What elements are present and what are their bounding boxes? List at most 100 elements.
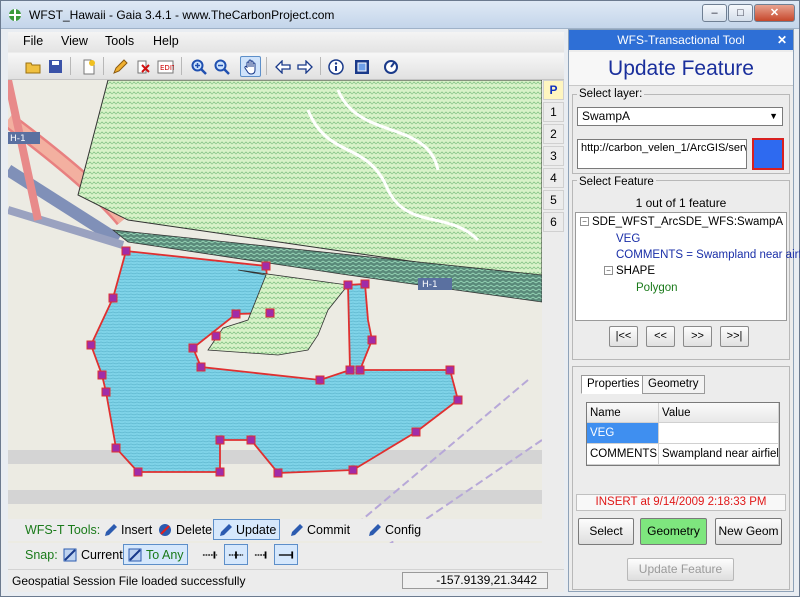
map-canvas[interactable]: H-1 H-1 bbox=[8, 80, 542, 545]
select-layer-label: Select layer: bbox=[577, 88, 645, 100]
snap-toolbar: Snap: Current To Any bbox=[8, 543, 564, 567]
page-tab-6[interactable]: 6 bbox=[543, 212, 564, 232]
main-toolbar: EDIT bbox=[8, 53, 564, 80]
snap-current-button[interactable]: Current bbox=[58, 544, 127, 565]
grid-header-value: Value bbox=[659, 403, 779, 423]
insert-status: INSERT at 9/14/2009 2:18:33 PM bbox=[576, 494, 786, 511]
collapse-icon[interactable]: − bbox=[580, 217, 589, 227]
feature-count: 1 out of 1 feature bbox=[635, 196, 727, 210]
snap-end-icon[interactable] bbox=[250, 544, 274, 565]
page-tab-4[interactable]: 4 bbox=[543, 168, 564, 188]
road-label-right: H-1 bbox=[422, 280, 438, 290]
delete-icon[interactable] bbox=[132, 56, 153, 77]
status-message: Geospatial Session File loaded successfu… bbox=[12, 574, 246, 588]
attribute-grid[interactable]: Name Value VEG COMMENTS Swampland near a… bbox=[586, 402, 780, 466]
page-tab-2[interactable]: 2 bbox=[543, 124, 564, 144]
page-tab-1[interactable]: 1 bbox=[543, 102, 564, 122]
layer-color-swatch[interactable] bbox=[752, 138, 784, 170]
grid-cell-name[interactable]: COMMENTS bbox=[587, 444, 659, 465]
map-svg[interactable]: H-1 H-1 bbox=[8, 80, 542, 545]
snap-endpoint-icon[interactable] bbox=[274, 544, 298, 565]
wfst-toolbar: WFS-T Tools: Insert Delete Update Commit… bbox=[8, 519, 564, 541]
window-title: WFST_Hawaii - Gaia 3.4.1 - www.TheCarbon… bbox=[29, 8, 335, 22]
grid-cell-name[interactable]: VEG bbox=[587, 423, 659, 444]
prev-feature-button[interactable]: << bbox=[646, 326, 675, 347]
pan-hand-icon[interactable] bbox=[240, 56, 261, 77]
tree-node-veg[interactable]: VEG bbox=[616, 233, 640, 245]
menu-help[interactable]: Help bbox=[153, 34, 179, 48]
new-geom-button[interactable]: New Geom bbox=[715, 518, 782, 545]
wfst-tools-label: WFS-T Tools: bbox=[25, 523, 101, 537]
menu-bar: File View Tools Help bbox=[8, 32, 564, 52]
forward-arrow-icon[interactable] bbox=[294, 56, 315, 77]
page-tabs: P 1 2 3 4 5 6 bbox=[542, 80, 564, 545]
snap-current-icon bbox=[62, 547, 78, 563]
status-bar: Geospatial Session File loaded successfu… bbox=[8, 569, 564, 591]
grid-header-name: Name bbox=[587, 403, 659, 423]
properties-group bbox=[572, 366, 790, 590]
tab-properties[interactable]: Properties bbox=[581, 375, 646, 394]
panel-title: Update Feature bbox=[569, 52, 793, 86]
page-tab-3[interactable]: 3 bbox=[543, 146, 564, 166]
wfst-panel: WFS-Transactional Tool ✕ Update Feature … bbox=[568, 29, 800, 592]
menu-view[interactable]: View bbox=[61, 34, 88, 48]
open-folder-icon[interactable] bbox=[22, 56, 43, 77]
coordinate-readout: -157.9139,21.3442 bbox=[402, 572, 548, 589]
grid-cell-value[interactable]: Swampland near airfield bbox=[659, 444, 779, 465]
new-file-icon[interactable] bbox=[78, 56, 99, 77]
app-icon bbox=[9, 9, 21, 21]
last-feature-button[interactable]: >>| bbox=[720, 326, 749, 347]
back-arrow-icon[interactable] bbox=[272, 56, 293, 77]
save-icon[interactable] bbox=[45, 56, 66, 77]
snap-segment-icon[interactable] bbox=[198, 544, 222, 565]
geometry-button[interactable]: Geometry bbox=[640, 518, 707, 545]
update-feature-button[interactable]: Update Feature bbox=[627, 558, 734, 581]
tree-node-shape[interactable]: − SHAPE bbox=[604, 265, 655, 277]
refresh-icon[interactable] bbox=[380, 56, 401, 77]
zoom-out-icon[interactable] bbox=[211, 56, 232, 77]
page-tab-p[interactable]: P bbox=[543, 80, 564, 100]
menu-file[interactable]: File bbox=[23, 34, 43, 48]
config-tool-button[interactable]: Config bbox=[362, 519, 425, 540]
snap-to-any-button[interactable]: To Any bbox=[123, 544, 188, 565]
next-feature-button[interactable]: >> bbox=[683, 326, 712, 347]
zoom-in-icon[interactable] bbox=[188, 56, 209, 77]
tree-node-comments[interactable]: COMMENTS = Swampland near airf bbox=[616, 249, 800, 261]
collapse-icon[interactable]: − bbox=[604, 266, 613, 276]
full-extent-icon[interactable] bbox=[351, 56, 372, 77]
info-icon[interactable] bbox=[325, 56, 346, 77]
snap-vertex-icon[interactable] bbox=[224, 544, 248, 565]
config-icon bbox=[366, 522, 382, 538]
insert-tool-button[interactable]: Insert bbox=[98, 519, 156, 540]
toolbar-separator bbox=[181, 57, 182, 75]
select-button[interactable]: Select bbox=[578, 518, 634, 545]
app-window: WFST_Hawaii - Gaia 3.4.1 - www.TheCarbon… bbox=[0, 0, 800, 597]
toolbar-separator bbox=[70, 57, 71, 75]
panel-close-icon[interactable]: ✕ bbox=[777, 30, 787, 50]
delete-tool-button[interactable]: Delete bbox=[153, 519, 216, 540]
first-feature-button[interactable]: |<< bbox=[609, 326, 638, 347]
insert-icon bbox=[102, 522, 118, 538]
update-tool-button[interactable]: Update bbox=[213, 519, 281, 540]
layer-url-field[interactable]: http://carbon_velen_1/ArcGIS/services/SD… bbox=[577, 139, 747, 169]
title-bar: WFST_Hawaii - Gaia 3.4.1 - www.TheCarbon… bbox=[1, 1, 799, 29]
edit-icon[interactable] bbox=[109, 56, 130, 77]
map-workspace: File View Tools Help EDIT bbox=[8, 32, 564, 592]
layer-dropdown[interactable]: SwampA ▼ bbox=[577, 107, 783, 126]
menu-tools[interactable]: Tools bbox=[105, 34, 134, 48]
commit-tool-button[interactable]: Commit bbox=[284, 519, 354, 540]
feature-tree[interactable]: − SDE_WFST_ArcSDE_WFS:SwampA VEG COMMENTS… bbox=[575, 212, 800, 321]
panel-header: WFS-Transactional Tool ✕ bbox=[569, 30, 793, 50]
edit-attributes-icon[interactable]: EDIT bbox=[155, 56, 176, 77]
minimize-button[interactable]: – bbox=[702, 4, 727, 22]
page-tab-5[interactable]: 5 bbox=[543, 190, 564, 210]
road-label-left: H-1 bbox=[10, 134, 26, 144]
grid-cell-value[interactable] bbox=[659, 423, 779, 444]
tab-geometry[interactable]: Geometry bbox=[642, 375, 705, 394]
maximize-button[interactable]: □ bbox=[728, 4, 753, 22]
toolbar-separator bbox=[266, 57, 267, 75]
close-button[interactable]: ✕ bbox=[754, 4, 795, 22]
tree-node-polygon[interactable]: Polygon bbox=[636, 282, 678, 294]
tree-root-node[interactable]: − SDE_WFST_ArcSDE_WFS:SwampA bbox=[580, 216, 783, 228]
commit-icon bbox=[288, 522, 304, 538]
